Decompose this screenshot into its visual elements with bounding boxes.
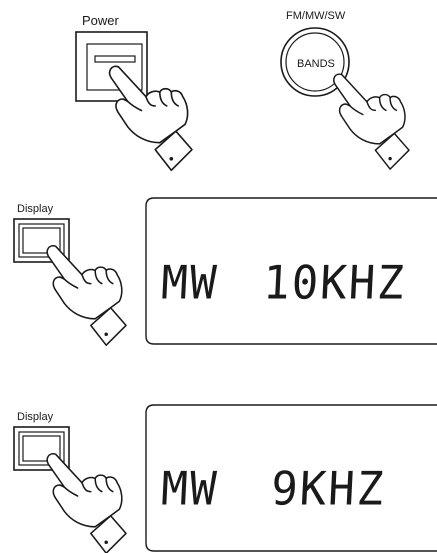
- display-label: Display: [17, 411, 54, 423]
- lcd-band-text: MW: [159, 462, 220, 517]
- pointing-hand-icon: [46, 452, 127, 553]
- lcd-step-text: 9KHZ: [269, 462, 387, 517]
- lcd-step-text: 10KHZ: [261, 256, 408, 311]
- pointing-hand-icon: [46, 244, 127, 346]
- power-label: Power: [82, 13, 119, 28]
- pointing-hand-icon: [333, 73, 410, 170]
- bands-top-label: FM/MW/SW: [286, 10, 346, 22]
- bands-button-label: BANDS: [297, 58, 335, 70]
- display-label: Display: [17, 203, 54, 215]
- lcd-band-text: MW: [159, 256, 220, 311]
- pointing-hand-icon: [108, 65, 193, 172]
